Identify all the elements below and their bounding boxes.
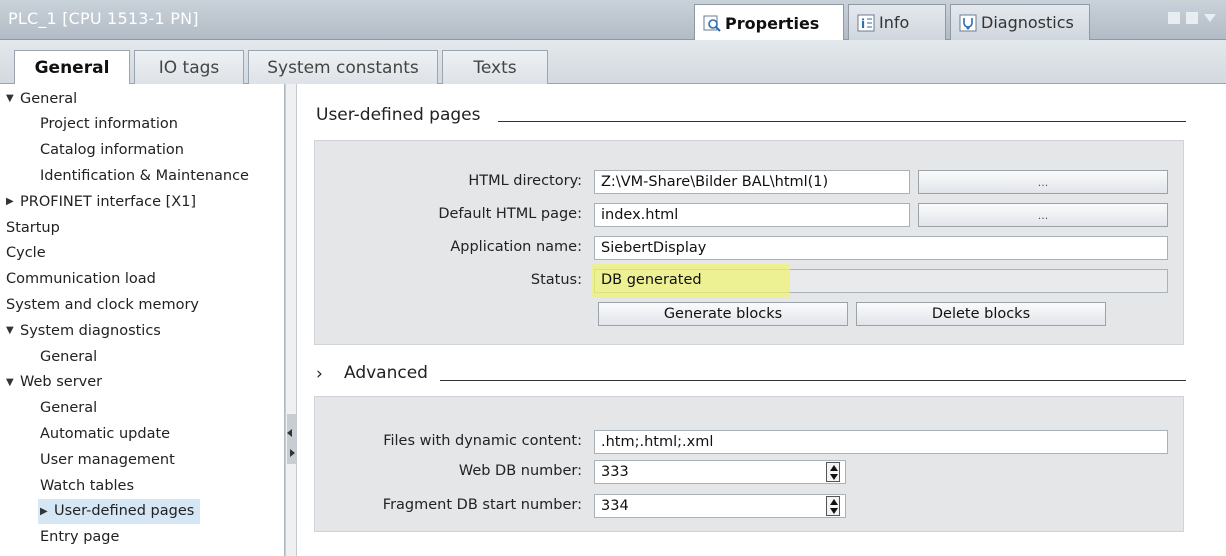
tree-item[interactable]: Entry page <box>40 525 119 550</box>
expanded-arrow-icon[interactable]: ▼ <box>6 325 18 336</box>
fragment-db-start-stepper[interactable] <box>826 496 840 516</box>
advanced-divider <box>440 380 1186 381</box>
collapse-left-icon[interactable] <box>287 429 292 437</box>
float-icon[interactable] <box>1168 12 1180 24</box>
web-db-number-field[interactable]: 333 <box>594 460 846 484</box>
section-title-user-pages: User-defined pages <box>316 105 481 125</box>
collapsed-arrow-icon[interactable]: ▶ <box>40 506 52 517</box>
default-html-page-field[interactable]: index.html <box>594 203 910 227</box>
advanced-expander-icon[interactable]: › <box>316 364 323 384</box>
tree-item-label: General <box>40 348 98 365</box>
tree-item[interactable]: General <box>40 396 97 421</box>
tree-item[interactable]: Startup <box>6 215 60 240</box>
tree-item-label: Startup <box>6 219 60 236</box>
diagnostics-icon <box>959 14 977 32</box>
html-directory-field[interactable]: Z:\VM-Share\Bilder BAL\html(1) <box>594 170 910 194</box>
tree-item-label: Entry page <box>40 529 120 546</box>
files-dynamic-content-field[interactable]: .htm;.html;.xml <box>594 430 1168 454</box>
tree-item-label: PROFINET interface [X1] <box>20 193 197 210</box>
files-dynamic-content-label: Files with dynamic content: <box>383 433 582 449</box>
tab-io-tags[interactable]: IO tags <box>134 50 244 84</box>
tree-item-label: Web server <box>20 374 103 391</box>
window-controls <box>1168 12 1216 24</box>
tree-item-label: Automatic update <box>40 425 171 442</box>
tab-info[interactable]: i Info <box>848 4 946 40</box>
tab-diagnostics-label: Diagnostics <box>981 13 1074 32</box>
expanded-arrow-icon[interactable]: ▼ <box>6 377 18 388</box>
tab-general[interactable]: General <box>14 50 130 85</box>
tree-item[interactable]: Watch tables <box>40 473 134 498</box>
tree-item[interactable]: Automatic update <box>40 421 170 446</box>
tree-item[interactable]: User management <box>40 447 175 472</box>
chevron-down-icon[interactable] <box>1204 14 1216 22</box>
tree-item-label: System diagnostics <box>20 322 161 339</box>
expand-right-icon[interactable] <box>290 449 295 457</box>
tree-item[interactable]: Communication load <box>6 267 156 292</box>
tree-item-label: Cycle <box>6 245 46 262</box>
fragment-db-start-label: Fragment DB start number: <box>382 497 582 513</box>
tree-item-label: General <box>20 90 78 107</box>
tree-item[interactable]: ▶ User-defined pages <box>38 498 201 524</box>
tree-item-label: User management <box>40 451 175 468</box>
tree-item[interactable]: System and clock memory <box>6 292 199 317</box>
tree-item[interactable]: ▼ General <box>6 86 77 111</box>
tab-system-constants[interactable]: System constants <box>248 50 438 84</box>
tree-item[interactable]: Project information <box>40 112 178 137</box>
tree-item-label: Identification & Maintenance <box>40 167 249 184</box>
navigation-tree: ▼ General Project information Catalog infor… <box>0 84 285 556</box>
html-directory-label: HTML directory: <box>468 173 582 189</box>
tree-item-label: Project information <box>40 116 178 133</box>
delete-blocks-button[interactable]: Delete blocks <box>856 302 1106 326</box>
tree-item-label: Catalog information <box>40 142 184 159</box>
tree-item[interactable]: General <box>40 344 97 369</box>
tree-item-label: General <box>40 400 98 417</box>
status-label: Status: <box>530 272 582 288</box>
web-db-number-label: Web DB number: <box>458 463 582 479</box>
expanded-arrow-icon[interactable]: ▼ <box>6 93 18 104</box>
browse-html-directory-button[interactable]: ... <box>918 170 1168 194</box>
tree-item-label: Communication load <box>6 271 156 288</box>
section-title-advanced[interactable]: Advanced <box>344 363 428 383</box>
device-title: PLC_1 [CPU 1513-1 PN] <box>8 9 199 28</box>
properties-icon <box>703 14 721 32</box>
collapsed-arrow-icon[interactable]: ▶ <box>6 196 18 207</box>
tree-item[interactable]: ▶ PROFINET interface [X1] <box>6 189 196 214</box>
panel-titlebar: PLC_1 [CPU 1513-1 PN] Properties i Info … <box>0 0 1226 41</box>
tree-item-label: System and clock memory <box>6 296 200 313</box>
section-divider <box>498 121 1186 122</box>
tab-properties-label: Properties <box>725 13 820 33</box>
minimize-icon[interactable] <box>1186 12 1198 24</box>
tree-item[interactable]: Catalog information <box>40 138 184 163</box>
tree-item[interactable]: Cycle <box>6 241 46 266</box>
tab-info-label: Info <box>879 13 910 32</box>
default-html-page-label: Default HTML page: <box>438 206 582 222</box>
tree-item[interactable]: ▼ Web server <box>6 370 102 395</box>
svg-text:i: i <box>861 17 865 31</box>
tree-item[interactable]: Identification & Maintenance <box>40 163 249 188</box>
tree-item[interactable]: ▼ System diagnostics <box>6 318 161 343</box>
tree-scrollbar[interactable] <box>285 84 297 556</box>
tab-texts[interactable]: Texts <box>442 50 548 84</box>
tree-item-label: User-defined pages <box>54 503 195 520</box>
web-db-number-stepper[interactable] <box>826 462 840 482</box>
application-name-label: Application name: <box>450 239 582 255</box>
browse-default-page-button[interactable]: ... <box>918 203 1168 227</box>
tree-item-label: Watch tables <box>40 477 135 494</box>
generate-blocks-button[interactable]: Generate blocks <box>598 302 848 326</box>
status-value: DB generated <box>601 272 702 288</box>
tab-diagnostics[interactable]: Diagnostics <box>950 4 1090 40</box>
application-name-field[interactable]: SiebertDisplay <box>594 236 1168 260</box>
properties-tabstrip: General IO tags System constants Texts <box>0 40 1226 85</box>
info-icon: i <box>857 14 875 32</box>
fragment-db-start-field[interactable]: 334 <box>594 494 846 518</box>
tab-properties[interactable]: Properties <box>694 4 844 41</box>
